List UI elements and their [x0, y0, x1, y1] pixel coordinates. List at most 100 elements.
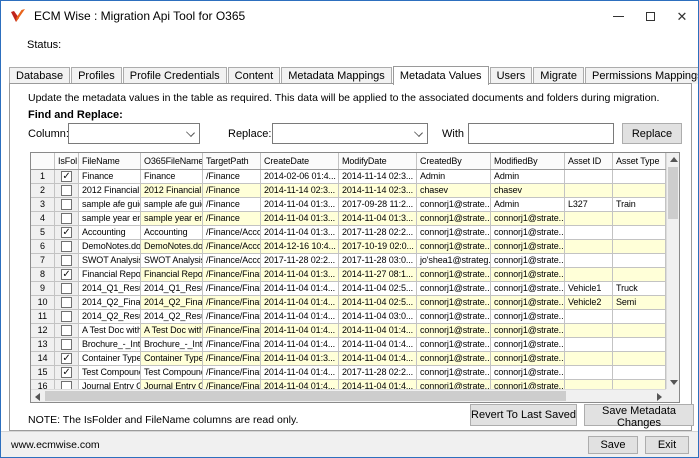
checkbox-checked-icon[interactable]: ✓: [61, 227, 72, 238]
row-header[interactable]: 14: [31, 352, 55, 366]
column-header-targetpath[interactable]: TargetPath: [203, 153, 261, 169]
row-header[interactable]: 9: [31, 282, 55, 296]
grid-cell[interactable]: /Finance: [203, 170, 261, 184]
row-header[interactable]: 3: [31, 198, 55, 212]
grid-cell[interactable]: A Test Doc with I...: [79, 324, 141, 338]
grid-cell[interactable]: 2017-11-28 03:0...: [339, 254, 417, 268]
grid-cell[interactable]: 2014-11-04 01:4...: [261, 282, 339, 296]
grid-cell[interactable]: /Finance/Financi...: [203, 282, 261, 296]
checkbox-checked-icon[interactable]: ✓: [61, 367, 72, 378]
grid-cell[interactable]: Truck: [613, 282, 666, 296]
checkbox-unchecked-icon[interactable]: [61, 213, 72, 224]
grid-cell[interactable]: [565, 212, 613, 226]
grid-cell[interactable]: 2014-11-04 01:4...: [339, 380, 417, 389]
checkbox-unchecked-icon[interactable]: [61, 283, 72, 294]
grid-cell[interactable]: sample year end f...: [79, 212, 141, 226]
horizontal-scroll-thumb[interactable]: [45, 391, 566, 401]
grid-cell[interactable]: [565, 184, 613, 198]
grid-cell[interactable]: 2014-02-06 01:4...: [261, 170, 339, 184]
column-header-modifydate[interactable]: ModifyDate: [339, 153, 417, 169]
grid-cell[interactable]: 2014-11-04 01:4...: [339, 352, 417, 366]
checkbox-unchecked-icon[interactable]: [61, 339, 72, 350]
grid-cell[interactable]: [565, 352, 613, 366]
grid-cell[interactable]: connorj1@strate...: [417, 310, 491, 324]
grid-cell[interactable]: connorj1@strate...: [417, 240, 491, 254]
grid-cell[interactable]: 2014-11-14 02:3...: [339, 184, 417, 198]
scroll-up-icon[interactable]: [670, 157, 678, 162]
grid-cell[interactable]: /Finance/Financi...: [203, 338, 261, 352]
grid-cell[interactable]: Accounting: [79, 226, 141, 240]
grid-cell[interactable]: 2014-11-04 01:4...: [261, 324, 339, 338]
grid-cell[interactable]: [613, 352, 666, 366]
grid-cell[interactable]: [565, 310, 613, 324]
grid-cell[interactable]: [565, 170, 613, 184]
grid-cell[interactable]: connorj1@strate...: [417, 352, 491, 366]
grid-cell[interactable]: sample year end f...: [141, 212, 203, 226]
grid-cell[interactable]: /Finance/Financi...: [203, 380, 261, 389]
grid-cell[interactable]: Accounting: [141, 226, 203, 240]
checkbox-unchecked-icon[interactable]: [61, 311, 72, 322]
tab-permissions-mappings[interactable]: Permissions Mappings: [584, 67, 698, 84]
grid-cell[interactable]: 2012 Financial A...: [79, 184, 141, 198]
grid-cell[interactable]: connorj1@strate...: [417, 212, 491, 226]
grid-cell[interactable]: [613, 324, 666, 338]
row-header[interactable]: 4: [31, 212, 55, 226]
grid-cell[interactable]: 2014_Q1_Result...: [79, 282, 141, 296]
grid-cell[interactable]: /Finance/Accou...: [203, 226, 261, 240]
scroll-down-icon[interactable]: [670, 380, 678, 385]
column-header-isfol[interactable]: IsFol: [55, 153, 79, 169]
grid-cell[interactable]: Vehicle2: [565, 296, 613, 310]
checkbox-unchecked-icon[interactable]: [61, 381, 72, 389]
checkbox-unchecked-icon[interactable]: [61, 241, 72, 252]
tab-metadata-values[interactable]: Metadata Values: [392, 66, 489, 85]
grid-cell[interactable]: Financial Reporting: [141, 268, 203, 282]
grid-cell[interactable]: sample afe guide...: [79, 198, 141, 212]
grid-cell[interactable]: connorj1@strate...: [417, 366, 491, 380]
column-header-createdby[interactable]: CreatedBy: [417, 153, 491, 169]
grid-cell[interactable]: [565, 254, 613, 268]
close-button[interactable]: ✕: [666, 1, 698, 31]
tab-profiles[interactable]: Profiles: [71, 67, 122, 84]
grid-cell[interactable]: 2014-11-04 01:3...: [261, 226, 339, 240]
tab-content[interactable]: Content: [227, 67, 281, 84]
grid-cell[interactable]: [565, 380, 613, 389]
save-metadata-button[interactable]: Save Metadata Changes: [584, 404, 694, 429]
grid-cell[interactable]: 2017-11-28 02:2...: [339, 366, 417, 380]
grid-cell[interactable]: connorj1@strate...: [491, 366, 565, 380]
grid-cell[interactable]: /Finance/Financi...: [203, 296, 261, 310]
checkbox-unchecked-icon[interactable]: [61, 297, 72, 308]
grid-cell[interactable]: 2014-12-16 10:4...: [261, 240, 339, 254]
grid-cell[interactable]: connorj1@strate...: [491, 240, 565, 254]
grid-cell[interactable]: [565, 338, 613, 352]
grid-cell[interactable]: sample afe guide...: [141, 198, 203, 212]
grid-cell[interactable]: Admin: [491, 170, 565, 184]
grid-cell[interactable]: Vehicle1: [565, 282, 613, 296]
row-header[interactable]: 16: [31, 380, 55, 389]
grid-cell[interactable]: /Finance/Financi...: [203, 352, 261, 366]
row-header[interactable]: 6: [31, 240, 55, 254]
grid-cell[interactable]: L327: [565, 198, 613, 212]
row-header[interactable]: 10: [31, 296, 55, 310]
grid-cell[interactable]: [613, 212, 666, 226]
grid-cell[interactable]: 2017-09-28 11:2...: [339, 198, 417, 212]
grid-cell[interactable]: chasev: [417, 184, 491, 198]
grid-cell[interactable]: 2014-11-04 01:3...: [261, 212, 339, 226]
grid-cell[interactable]: 2014-11-04 03:0...: [339, 310, 417, 324]
column-header-filename[interactable]: FileName: [79, 153, 141, 169]
grid-cell[interactable]: 2017-10-19 02:0...: [339, 240, 417, 254]
grid-cell[interactable]: connorj1@strate...: [417, 226, 491, 240]
grid-cell[interactable]: SWOT Analysis.d...: [79, 254, 141, 268]
grid-cell[interactable]: 2014-11-04 01:3...: [261, 198, 339, 212]
grid-cell[interactable]: jo'shea1@strateg...: [417, 254, 491, 268]
replace-combobox[interactable]: [272, 123, 428, 144]
grid-cell[interactable]: chasev: [491, 184, 565, 198]
grid-cell[interactable]: [613, 170, 666, 184]
with-input[interactable]: [468, 123, 614, 144]
save-button[interactable]: Save: [588, 436, 638, 454]
grid-cell[interactable]: connorj1@strate...: [491, 226, 565, 240]
maximize-button[interactable]: [634, 1, 666, 31]
grid-cell[interactable]: /Finance/Accou...: [203, 254, 261, 268]
row-header[interactable]: 1: [31, 170, 55, 184]
grid-cell[interactable]: Brochure_-_Intro...: [79, 338, 141, 352]
grid-cell[interactable]: [565, 268, 613, 282]
